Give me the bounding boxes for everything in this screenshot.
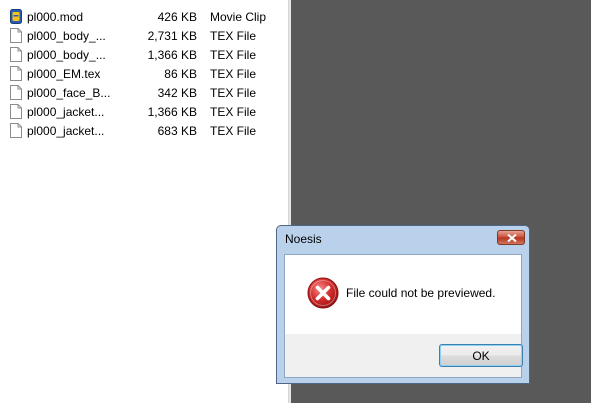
- file-row[interactable]: pl000_jacket... 1,366 KB TEX File: [8, 103, 278, 122]
- file-type: TEX File: [210, 124, 257, 138]
- file-type: Movie Clip: [210, 10, 267, 24]
- movie-clip-file-icon: [10, 9, 22, 24]
- file-list-panel: pl000.mod 426 KB Movie Clip pl000_body_.…: [0, 0, 288, 403]
- error-icon: [307, 277, 339, 309]
- dialog-body: File could not be previewed. OK: [284, 254, 523, 378]
- file-row[interactable]: pl000_EM.tex 86 KB TEX File: [8, 65, 278, 84]
- file-type: TEX File: [210, 29, 257, 43]
- file-name: pl000.mod: [27, 10, 84, 24]
- dialog-content: File could not be previewed.: [285, 255, 521, 334]
- generic-file-icon: [10, 85, 22, 100]
- file-type: TEX File: [210, 48, 257, 62]
- close-button[interactable]: [497, 230, 525, 245]
- file-size: 683 KB: [157, 124, 197, 138]
- file-row[interactable]: pl000_body_... 2,731 KB TEX File: [8, 27, 278, 46]
- dialog-message: File could not be previewed.: [346, 286, 496, 300]
- generic-file-icon: [10, 28, 22, 43]
- generic-file-icon: [10, 66, 22, 81]
- file-type: TEX File: [210, 105, 257, 119]
- file-name: pl000_jacket...: [27, 124, 105, 138]
- file-row[interactable]: pl000.mod 426 KB Movie Clip: [8, 8, 278, 27]
- ok-button[interactable]: OK: [439, 344, 523, 367]
- file-size: 86 KB: [164, 67, 197, 81]
- file-size: 342 KB: [157, 86, 197, 100]
- generic-file-icon: [10, 123, 22, 138]
- file-row[interactable]: pl000_face_B... 342 KB TEX File: [8, 84, 278, 103]
- dialog-titlebar[interactable]: Noesis: [277, 226, 529, 250]
- file-row[interactable]: pl000_body_... 1,366 KB TEX File: [8, 46, 278, 65]
- dialog-title: Noesis: [285, 232, 322, 246]
- generic-file-icon: [10, 47, 22, 62]
- file-size: 1,366 KB: [147, 105, 197, 119]
- file-type: TEX File: [210, 86, 257, 100]
- close-icon: [507, 234, 517, 242]
- file-name: pl000_jacket...: [27, 105, 105, 119]
- file-row[interactable]: pl000_jacket... 683 KB TEX File: [8, 122, 278, 141]
- generic-file-icon: [10, 104, 22, 119]
- file-name: pl000_face_B...: [27, 86, 111, 100]
- file-size: 2,731 KB: [147, 29, 197, 43]
- file-name: pl000_body_...: [27, 48, 106, 62]
- file-size: 1,366 KB: [147, 48, 197, 62]
- file-type: TEX File: [210, 67, 257, 81]
- file-size: 426 KB: [157, 10, 197, 24]
- file-name: pl000_body_...: [27, 29, 106, 43]
- file-name: pl000_EM.tex: [27, 67, 101, 81]
- error-dialog: Noesis File could not be previewed. OK: [276, 225, 530, 384]
